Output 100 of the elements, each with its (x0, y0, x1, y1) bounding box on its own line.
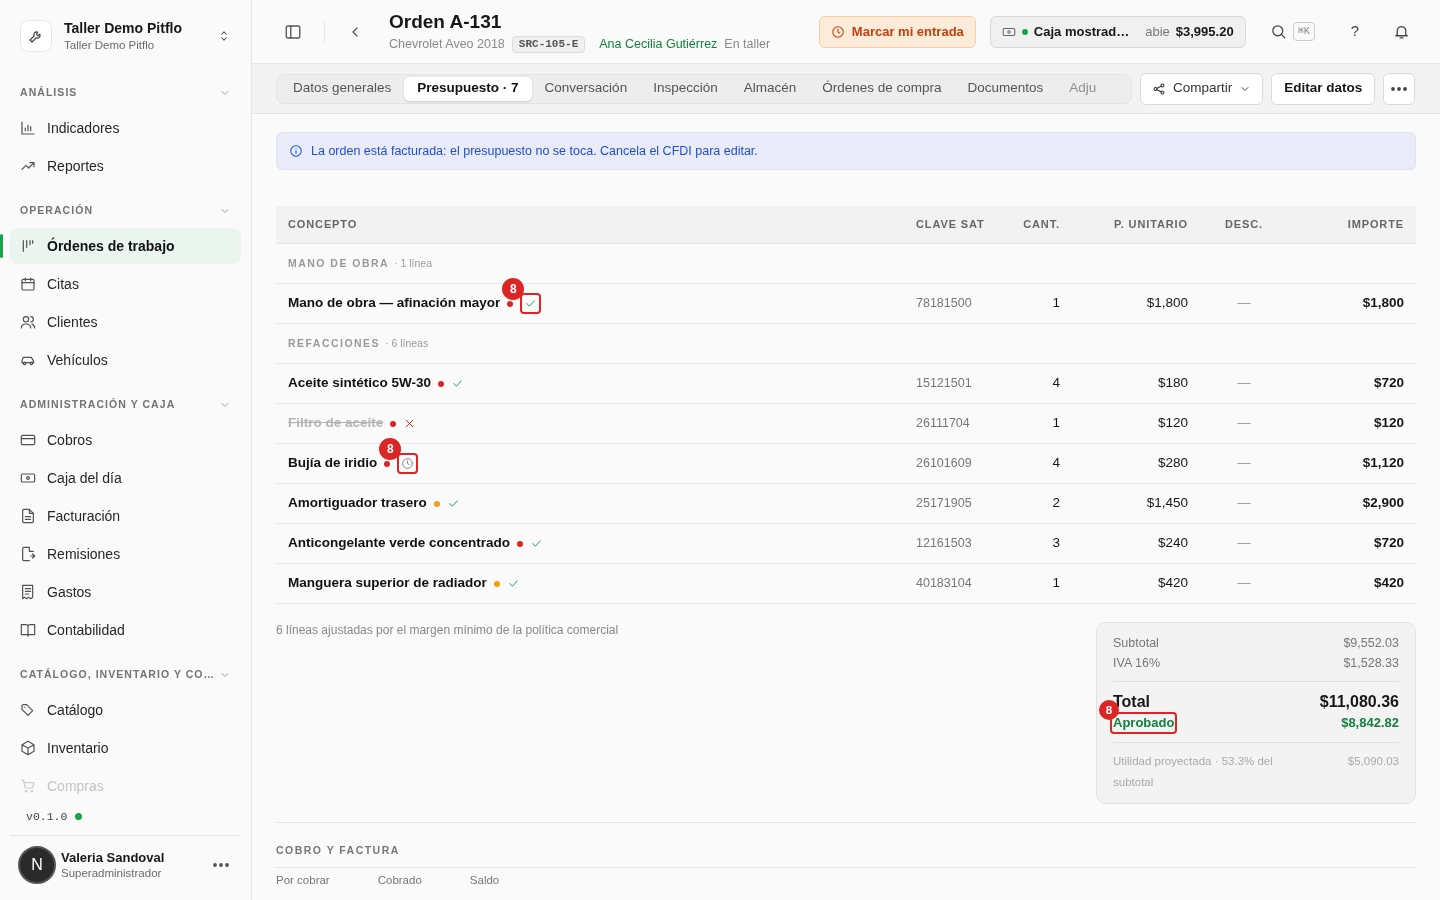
tab[interactable]: Almacén (730, 76, 810, 101)
search-button[interactable]: ⌘K (1269, 22, 1315, 41)
more-icon (213, 863, 229, 867)
section-header[interactable]: CATÁLOGO, INVENTARIO Y CO… (10, 662, 241, 688)
nav-item[interactable]: Cobros (10, 422, 241, 458)
active-indicator (0, 234, 3, 258)
table-cell-text: 78181500 (916, 295, 973, 313)
group-count: · 6 líneas (385, 335, 429, 351)
workspace-name: Taller Demo Pitflo (64, 20, 183, 38)
help-button[interactable]: ? (1350, 20, 1359, 43)
tab[interactable]: Conversación (531, 76, 641, 101)
alert-message: La orden está facturada: el presupuesto no se toca. Cancela el CFDI para editar. (311, 142, 758, 160)
table-cell-text: — (1236, 534, 1252, 553)
total-value: $11,080.36 (1319, 692, 1399, 712)
column-header: IMPORTE (1346, 217, 1404, 233)
table-cell-text: $720 (1372, 534, 1404, 553)
license-plate: SRC-105-E (511, 35, 586, 54)
section-title: ADMINISTRACIÓN Y CAJA (20, 397, 176, 413)
summary-label: Cobrado (377, 872, 422, 888)
more-button[interactable] (1383, 72, 1416, 105)
group-title: REFACCIONES (288, 335, 380, 351)
edit-button[interactable]: Editar datos (1271, 72, 1376, 105)
table-cell-text: $120 (1156, 414, 1188, 433)
tags-icon (20, 702, 36, 718)
nav-item[interactable]: Gastos (10, 574, 241, 610)
annotation-badge: 8 (379, 438, 402, 460)
tab[interactable]: Órdenes de compra (809, 76, 955, 101)
table-cell-text: $420 (1372, 574, 1404, 593)
order-status: En taller (724, 36, 771, 53)
nav-item[interactable]: Indicadores (10, 110, 241, 146)
section-header[interactable]: ANÁLISIS (10, 80, 241, 106)
table-cell-text: 26111704 (916, 415, 971, 433)
approved-value: $8,842.82 (1341, 714, 1399, 732)
workspace-subtitle: Taller Demo Pitflo (64, 37, 156, 52)
line-concept: Anticongelante verde concentrado (288, 534, 511, 553)
table-cell-text: 26101609 (916, 455, 973, 473)
section-title: OPERACIÓN (20, 203, 94, 219)
nav-item[interactable]: Citas (10, 266, 241, 302)
nav-item[interactable]: Caja del día (10, 460, 241, 496)
nav-item[interactable]: Facturación (10, 498, 241, 534)
table-cell-text: $240 (1156, 534, 1188, 553)
order-title: Orden A-131 (389, 9, 503, 34)
tab[interactable]: Documentos (954, 76, 1057, 101)
table-cell-text: 12161503 (916, 535, 973, 553)
version-label: v0.1.0 (26, 808, 68, 825)
section-title: CATÁLOGO, INVENTARIO Y CO… (20, 667, 216, 683)
table-cell-text: — (1236, 294, 1252, 313)
nav-item[interactable]: Vehículos (10, 342, 241, 378)
cube-icon (20, 740, 36, 756)
line-concept: Mano de obra — afinación mayor (288, 294, 501, 313)
nav-item[interactable]: Contabilidad (10, 612, 241, 648)
table-cell-text: $1,450 (1145, 494, 1188, 513)
tab[interactable]: Datos generales (280, 76, 405, 101)
table-cell-text: 2 (1051, 494, 1060, 513)
line-concept: Bujía de iridio (288, 454, 378, 473)
users-icon (20, 314, 36, 330)
table-cell-text: 4 (1051, 454, 1060, 473)
adjustment-note: 6 líneas ajustadas por el margen mínimo de la política comercial (276, 622, 619, 639)
notifications-button[interactable] (1393, 23, 1410, 40)
tab[interactable]: Inspección (640, 76, 731, 101)
approved-label: Aprobado (1113, 714, 1175, 732)
table-cell-text: 25171905 (916, 495, 973, 513)
table-cell-text: — (1236, 454, 1252, 473)
nav-item[interactable]: Remisiones (10, 536, 241, 572)
check-in-button[interactable]: Marcar mi entrada (818, 15, 976, 48)
share-button[interactable]: Compartir (1140, 72, 1264, 105)
section-header[interactable]: OPERACIÓN (10, 198, 241, 224)
tab[interactable]: Presupuesto · 7 (404, 76, 532, 101)
table-cell-text: 1 (1051, 414, 1060, 433)
table-cell-text: $1,800 (1361, 294, 1404, 313)
column-header: CLAVE SAT (916, 217, 986, 233)
summary-label: Por cobrar (276, 872, 330, 888)
table-cell-text: $420 (1156, 574, 1188, 593)
cart-icon (20, 778, 36, 794)
cash-register-button[interactable]: Caja mostrad… abie $3,995.20 (989, 15, 1246, 48)
customer-link[interactable]: Ana Cecilia Gutiérrez (599, 36, 718, 53)
banknote-icon (20, 470, 36, 486)
column-header: CONCEPTO (288, 217, 359, 233)
nav-item[interactable]: Inventario (10, 730, 241, 766)
line-concept: Manguera superior de radiador (288, 574, 487, 593)
more-icon (1391, 86, 1408, 91)
workspace-switcher[interactable]: Taller Demo Pitflo Taller Demo Pitflo (12, 12, 239, 60)
credit-card-icon (20, 432, 36, 448)
line-concept: Aceite sintético 5W-30 (288, 374, 432, 393)
table-cell-text: — (1236, 574, 1252, 593)
section-header[interactable]: ADMINISTRACIÓN Y CAJA (10, 392, 241, 418)
nav-item[interactable]: Reportes (10, 148, 241, 184)
document-arrow-icon (20, 546, 36, 562)
table-cell-text: 3 (1051, 534, 1060, 553)
tax-value: $1,528.33 (1343, 655, 1399, 672)
nav-item[interactable]: Clientes (10, 304, 241, 340)
user-role: Superadministrador (61, 865, 163, 881)
table-cell-text: $120 (1372, 414, 1404, 433)
group-count: · 1 línea (394, 255, 432, 271)
column-header: CANT. (1022, 217, 1060, 233)
clock-icon (830, 24, 845, 39)
subtotal-label: Subtotal (1113, 635, 1159, 652)
nav-item[interactable]: Catálogo (10, 692, 241, 728)
kanban-icon (20, 238, 36, 254)
user-avatar: N (18, 846, 56, 884)
